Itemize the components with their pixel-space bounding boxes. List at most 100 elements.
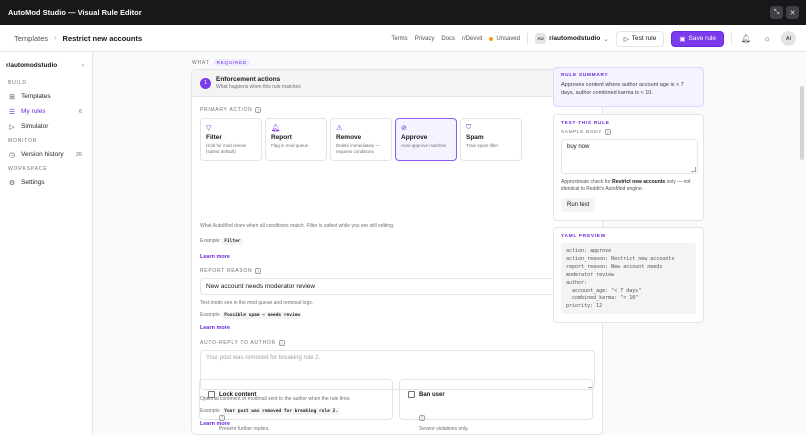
top-header: Templates › Restrict new accounts Terms … (0, 25, 806, 52)
help-icon[interactable]: ? (255, 268, 262, 274)
help-icon[interactable]: ? (255, 107, 262, 113)
grid-icon: ⊞ (9, 93, 15, 101)
bell-icon[interactable]: 🔔︎ (739, 32, 753, 46)
help-icon[interactable]: ? (605, 129, 611, 135)
report-reason-label: REPORT REASON? (200, 268, 262, 274)
play-icon: ▷ (9, 123, 15, 131)
breadcrumb-separator: › (54, 34, 57, 42)
example-code: Filter (222, 238, 243, 245)
yaml-preview-panel: YAML PREVIEW action: approve action_reas… (553, 227, 704, 323)
action-example: Example: Filter (200, 238, 243, 245)
workspace-switcher[interactable]: AU r/automodstudio ⌄ (535, 33, 609, 44)
sidebar: r/automodstudio ‹ BUILD ⊞ Templates ☰ My r… (0, 52, 93, 435)
bell-icon: 🔔︎ (271, 125, 280, 132)
auto-reply-label: AUTO-REPLY TO AUTHOR? (200, 340, 285, 346)
action-approve[interactable]: ⊘ Approve Auto-approve matches (395, 118, 457, 161)
lock-content-checkbox[interactable] (208, 391, 215, 399)
action-desc: Train spam filter (466, 143, 499, 148)
sidebar-section-build: BUILD (8, 80, 27, 86)
enforcement-subtitle: What happens when this rule matches (216, 84, 301, 90)
unsaved-dot-icon (489, 36, 494, 41)
check-circle-icon: ⊘ (401, 125, 407, 132)
shield-icon: ⛉ (466, 124, 472, 131)
yaml-line: account_age: "< 7 days" (566, 287, 642, 294)
help-icon[interactable]: ? (278, 340, 285, 346)
chevron-left-icon[interactable]: ‹ (82, 62, 84, 69)
sidebar-item-count: 6 (78, 108, 82, 115)
sidebar-item-version-history[interactable]: ◷ Version history 26 (0, 147, 92, 162)
breadcrumb-current: Restrict new accounts (62, 33, 143, 43)
resize-handle-icon[interactable] (691, 167, 696, 172)
sample-body-label-text: SAMPLE BODY (561, 129, 602, 135)
collapse-icon[interactable]: ⤡ (770, 6, 783, 19)
sidebar-item-my-rules[interactable]: ☰ My rules 6 (0, 104, 92, 119)
help-icon[interactable]: ? (419, 414, 425, 421)
learn-more-link[interactable]: Learn more (200, 254, 230, 260)
rule-summary-panel: RULE SUMMARY Approves content where auth… (553, 67, 704, 107)
sidebar-item-label: Version history (21, 151, 64, 158)
action-report[interactable]: 🔔︎ Report Flag in mod queue (265, 118, 327, 161)
link-devvit[interactable]: r/Devvit (462, 36, 482, 42)
yaml-line: author: (566, 279, 588, 286)
gear-icon: ⚙ (8, 179, 16, 187)
test-rule-button[interactable]: ▷ Test rule (615, 30, 665, 47)
link-docs[interactable]: Docs (441, 36, 455, 42)
example-prefix: Example: (200, 238, 221, 244)
sun-icon[interactable]: ☼ (760, 32, 774, 46)
example-code: Possible spam — needs review (222, 312, 303, 319)
scrollbar[interactable] (799, 52, 805, 435)
help-icon[interactable]: ? (219, 414, 225, 421)
enforcement-header[interactable]: 1 Enforcement actions What happens when … (192, 70, 602, 97)
save-rule-button[interactable]: ▣ Save rule (671, 30, 724, 47)
action-name: Filter (206, 134, 222, 141)
lock-content-option[interactable]: Lock content ? Prevent further replies. (199, 379, 393, 432)
ban-user-checkbox[interactable] (408, 391, 415, 399)
yaml-line: moderator review (566, 271, 615, 278)
auto-reply-label-text: AUTO-REPLY TO AUTHOR (200, 340, 276, 346)
unsaved-label: Unsaved (496, 35, 521, 42)
funnel-icon: ▽ (206, 125, 212, 132)
sample-body-textarea[interactable]: buy now (561, 139, 698, 174)
window-title: AutoMod Studio — Visual Rule Editor (8, 8, 142, 17)
run-test-button[interactable]: Run test (561, 198, 596, 212)
action-spam[interactable]: ⛉ Spam Train spam filter (460, 118, 522, 161)
breadcrumb-templates[interactable]: Templates (14, 34, 48, 43)
action-options: ▽ Filter Hold for mod review (safest defau… (200, 118, 522, 161)
close-icon[interactable]: ✕ (786, 6, 799, 19)
action-filter[interactable]: ▽ Filter Hold for mod review (safest defau… (200, 118, 262, 161)
section-what: WHAT REQUIRED (192, 59, 250, 66)
yaml-line: combined_karma: "< 10" (566, 295, 639, 302)
step-number: 1 (200, 77, 211, 89)
avatar[interactable]: AI (781, 31, 796, 46)
action-desc: Auto-approve matches (401, 143, 447, 148)
yaml-code: action: approve action_reason: Restrict … (561, 243, 696, 314)
scrollbar-thumb[interactable] (800, 86, 804, 160)
rule-summary-text: Approves content where author account ag… (561, 82, 684, 96)
lock-content-title: Lock content (219, 391, 257, 398)
link-privacy[interactable]: Privacy (415, 36, 435, 42)
sidebar-item-settings[interactable]: ⚙ Settings (0, 175, 92, 190)
report-example: Example: Possible spam — needs review (200, 312, 303, 319)
sample-body-value: buy now (567, 144, 590, 150)
chevron-down-icon: ⌄ (603, 35, 609, 43)
action-name: Approve (401, 134, 428, 141)
ban-user-option[interactable]: Ban user ? Severe violations only. (399, 379, 593, 432)
sidebar-item-templates[interactable]: ⊞ Templates (0, 89, 92, 104)
sidebar-item-simulator[interactable]: ▷ Simulator (0, 119, 92, 134)
learn-more-link[interactable]: Learn more (200, 325, 230, 331)
play-icon: ▷ (623, 35, 629, 43)
sidebar-workspace-name: r/automodstudio (6, 61, 58, 69)
sidebar-section-monitor: MONITOR (8, 138, 38, 144)
report-help-text: Text mods see in the mod queue and remov… (200, 300, 314, 306)
yaml-preview-title: YAML PREVIEW (561, 234, 606, 239)
rule-summary-title: RULE SUMMARY (561, 73, 609, 78)
approx-rule-name: Restrict new accounts (612, 179, 666, 185)
action-remove[interactable]: ⚠ Remove Delete immediately — requires con… (330, 118, 392, 161)
enforcement-title: Enforcement actions (216, 76, 281, 83)
sidebar-workspace: r/automodstudio ‹ (0, 58, 92, 72)
save-icon: ▣ (679, 35, 686, 43)
auto-reply-placeholder: Your post was removed for breaking rule … (206, 355, 321, 361)
action-name: Remove (336, 134, 362, 141)
report-reason-input[interactable]: New account needs moderator review (200, 278, 595, 295)
link-terms[interactable]: Terms (391, 36, 407, 42)
